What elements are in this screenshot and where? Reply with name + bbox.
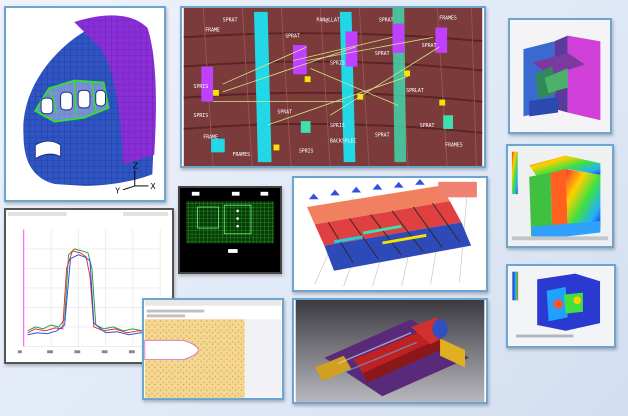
- fuselage-structure-panel: FRAME SPRAT PAN@LLAT SPRAT FRAMES SPRIS …: [180, 6, 486, 168]
- cockpit-mesh-panel: Y Z X: [4, 6, 166, 202]
- stress-contour-image: [508, 146, 612, 246]
- label-spris-2: SPRIS: [330, 61, 345, 67]
- label-sprat-6: SPRAT: [277, 109, 292, 115]
- axis-label-z: Z: [133, 161, 138, 170]
- label-panellat: PAN@LLAT: [316, 18, 339, 24]
- label-spris-5: SPRIS: [299, 148, 314, 154]
- label-sprat-8: SPRAT: [420, 123, 435, 129]
- label-frame-2: FRAME: [203, 135, 218, 141]
- label-sprat-2: SPRAT: [379, 18, 394, 24]
- label-sprat-4: SPRAT: [375, 51, 390, 57]
- label-sprat-7: SPRAT: [375, 133, 390, 139]
- label-spris-3: SPRIS: [194, 113, 209, 119]
- green-mesh-image: [180, 188, 280, 272]
- label-sprat-5: SPRAT: [422, 43, 437, 49]
- axis-label-x: X: [150, 182, 156, 191]
- fitting-model-image: [295, 300, 485, 402]
- label-frames-3: FRAMES: [445, 142, 463, 148]
- label-backsplec: BACKSPLEC: [330, 139, 356, 145]
- fitting-contour-panel: [506, 264, 616, 348]
- stiffened-panel-image: [295, 178, 485, 290]
- crack-simulation-panel: [142, 298, 284, 400]
- label-sprat-3: SPRAT: [285, 33, 300, 39]
- label-frames-1: FRAMES: [439, 16, 457, 22]
- green-mesh-panel: [178, 186, 282, 274]
- label-spris-4: SPRIS: [330, 123, 345, 129]
- fuselage-structure-image: FRAME SPRAT PAN@LLAT SPRAT FRAMES SPRIS …: [183, 8, 483, 166]
- bracket-model-panel: [508, 18, 612, 134]
- label-frame-1: FRAME: [205, 27, 220, 33]
- fitting-model-panel: [292, 298, 488, 404]
- cockpit-mesh-image: Y Z X: [23, 15, 156, 196]
- label-spris-1: SPRIS: [194, 84, 209, 90]
- stiffened-panel-panel: [292, 176, 488, 292]
- label-sprat-1: SPRAT: [223, 18, 238, 24]
- label-sprlat: SPRLAT: [406, 88, 424, 94]
- label-frames-2: FRAMES: [233, 152, 251, 158]
- bracket-model-image: [510, 20, 610, 132]
- axis-label-y: Y: [114, 187, 120, 196]
- crack-simulation-image: [144, 300, 282, 398]
- fitting-contour-image: [508, 266, 614, 346]
- stress-contour-panel: [506, 144, 614, 248]
